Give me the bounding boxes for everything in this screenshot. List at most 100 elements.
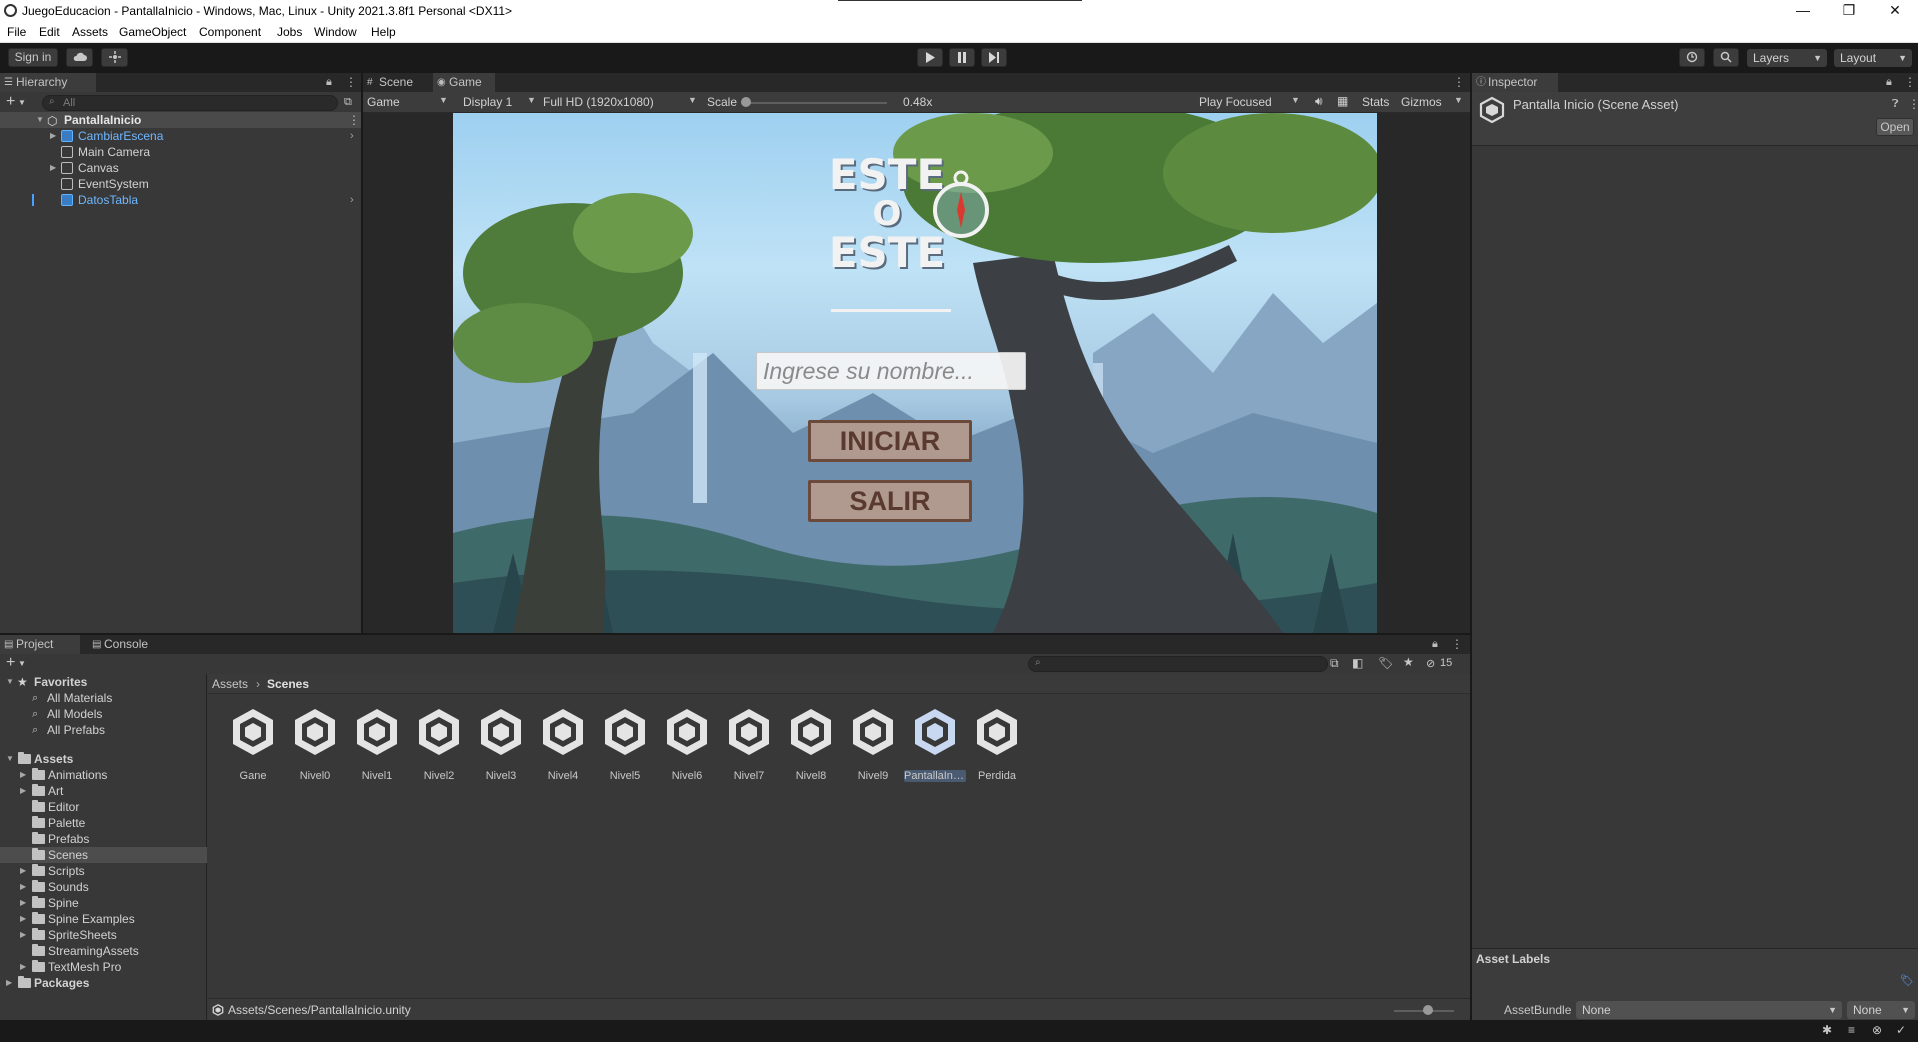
expand-arrow-icon[interactable]: ▶ bbox=[20, 783, 26, 799]
expand-arrow-icon[interactable]: ▶ bbox=[6, 975, 12, 991]
network-icon[interactable]: ⊗ bbox=[1872, 1023, 1882, 1037]
favorite-item[interactable]: ⌕ All Models bbox=[0, 706, 207, 722]
expand-arrow-icon[interactable]: ▶ bbox=[50, 160, 56, 176]
folder-item-animations[interactable]: ▶ Animations bbox=[0, 767, 207, 783]
lock-icon[interactable]: 🔒︎ bbox=[1886, 76, 1892, 89]
game-canvas[interactable]: ESTE O ESTE Ingrese su nombre... INICIAR… bbox=[453, 113, 1377, 633]
step-button[interactable] bbox=[981, 48, 1007, 67]
database-icon[interactable]: ≡ bbox=[1848, 1023, 1855, 1037]
tag-icon[interactable]: 🏷︎ bbox=[1900, 974, 1914, 987]
tab-project[interactable]: ▤ Project bbox=[0, 635, 80, 654]
layers-dropdown[interactable]: Layers ▼ bbox=[1747, 49, 1827, 67]
folder-item-textmesh-pro[interactable]: ▶ TextMesh Pro bbox=[0, 959, 207, 975]
expand-arrow-icon[interactable]: ▼ bbox=[36, 112, 44, 128]
scene-asset[interactable]: Nivel6 bbox=[656, 706, 718, 782]
layout-dropdown[interactable]: Layout ▼ bbox=[1834, 49, 1912, 67]
search-scope-icon[interactable]: ⧉ bbox=[1330, 656, 1339, 671]
scene-asset[interactable]: Nivel5 bbox=[594, 706, 656, 782]
expand-arrow-icon[interactable]: ▶ bbox=[20, 879, 26, 895]
hierarchy-item-canvas[interactable]: ▶ Canvas bbox=[0, 160, 360, 176]
hierarchy-item-datostabla[interactable]: DatosTabla › bbox=[0, 192, 360, 208]
folder-item-sounds[interactable]: ▶ Sounds bbox=[0, 879, 207, 895]
scene-asset[interactable]: Nivel1 bbox=[346, 706, 408, 782]
menu-file[interactable]: File bbox=[7, 25, 26, 39]
help-icon[interactable]: ❓︎ bbox=[1892, 98, 1899, 111]
kebab-menu-icon[interactable]: ⋮ bbox=[348, 112, 360, 128]
scene-asset[interactable]: Nivel9 bbox=[842, 706, 904, 782]
icon-size-slider-thumb[interactable] bbox=[1423, 1005, 1433, 1015]
salir-button[interactable]: SALIR bbox=[808, 480, 972, 522]
hierarchy-search-input[interactable]: ⌕ All bbox=[42, 95, 338, 111]
label-filter-icon[interactable]: 🏷︎ bbox=[1378, 656, 1393, 670]
chevron-down-icon[interactable]: ▼ bbox=[688, 95, 697, 105]
scene-asset[interactable]: Nivel0 bbox=[284, 706, 346, 782]
folder-item-spine[interactable]: ▶ Spine bbox=[0, 895, 207, 911]
add-icon[interactable]: + bbox=[6, 654, 15, 672]
scene-asset[interactable]: Perdida bbox=[966, 706, 1028, 782]
expand-arrow-icon[interactable]: ▶ bbox=[20, 911, 26, 927]
stats-button[interactable]: Stats bbox=[1362, 95, 1389, 109]
filter-type-icon[interactable]: ◧ bbox=[1352, 656, 1363, 670]
expand-arrow-icon[interactable]: ▼ bbox=[6, 751, 14, 767]
minimize-button[interactable]: — bbox=[1780, 0, 1826, 22]
gizmos-button[interactable]: Gizmos bbox=[1401, 95, 1442, 109]
folder-item-spine-examples[interactable]: ▶ Spine Examples bbox=[0, 911, 207, 927]
packages-row[interactable]: ▶ Packages bbox=[0, 975, 207, 991]
kebab-menu-icon[interactable]: ⋮ bbox=[345, 75, 357, 89]
chevron-right-icon[interactable]: › bbox=[350, 128, 354, 144]
folder-item-editor[interactable]: Editor bbox=[0, 799, 207, 815]
collab-button[interactable] bbox=[101, 48, 128, 67]
cloud-button[interactable] bbox=[66, 48, 93, 67]
assetbundle-dropdown[interactable]: None ▼ bbox=[1576, 1001, 1842, 1019]
open-button[interactable]: Open bbox=[1876, 118, 1914, 136]
history-button[interactable] bbox=[1679, 48, 1705, 67]
scene-asset[interactable]: Nivel2 bbox=[408, 706, 470, 782]
play-mode-dropdown[interactable]: Play Focused bbox=[1199, 95, 1272, 109]
favorites-row[interactable]: ▼ ★ Favorites bbox=[0, 674, 207, 690]
hierarchy-scene-row[interactable]: ▼ ⬡ PantallaInicio ⋮ bbox=[0, 112, 361, 128]
hierarchy-item-eventsystem[interactable]: EventSystem bbox=[0, 176, 360, 192]
menu-gameobject[interactable]: GameObject bbox=[119, 25, 186, 39]
restore-button[interactable]: ❐ bbox=[1826, 0, 1872, 22]
tab-inspector[interactable]: ⓘ Inspector bbox=[1472, 73, 1558, 92]
check-icon[interactable]: ✓ bbox=[1896, 1023, 1906, 1037]
game-view-dropdown[interactable]: Game bbox=[367, 95, 400, 109]
favorite-item[interactable]: ⌕ All Prefabs bbox=[0, 722, 207, 738]
hierarchy-item-cambiarescena[interactable]: ▶ CambiarEscena › bbox=[0, 128, 360, 144]
assets-root-row[interactable]: ▼ Assets bbox=[0, 751, 207, 767]
scene-asset[interactable]: Nivel4 bbox=[532, 706, 594, 782]
menu-assets[interactable]: Assets bbox=[72, 25, 108, 39]
kebab-menu-icon[interactable]: ⋮ bbox=[1904, 75, 1916, 89]
scene-asset[interactable]: Nivel3 bbox=[470, 706, 532, 782]
kebab-menu-icon[interactable]: ⋮ bbox=[1453, 75, 1465, 89]
chevron-down-icon[interactable]: ▼ bbox=[527, 95, 536, 105]
expand-arrow-icon[interactable]: ▼ bbox=[6, 674, 14, 690]
grid-icon[interactable]: ▦ bbox=[1337, 94, 1348, 108]
expand-arrow-icon[interactable]: ▶ bbox=[20, 767, 26, 783]
lock-icon[interactable]: 🔒︎ bbox=[326, 76, 332, 89]
expand-arrow-icon[interactable]: ▶ bbox=[20, 895, 26, 911]
scene-asset[interactable]: Gane bbox=[222, 706, 284, 782]
menu-jobs[interactable]: Jobs bbox=[277, 25, 302, 39]
chevron-down-icon[interactable]: ▼ bbox=[439, 95, 448, 105]
tab-game[interactable]: ◉ Game bbox=[433, 73, 495, 92]
favorite-star-icon[interactable]: ★ bbox=[1403, 655, 1414, 669]
expand-arrow-icon[interactable]: ▶ bbox=[50, 128, 56, 144]
expand-arrow-icon[interactable]: ▶ bbox=[20, 863, 26, 879]
close-button[interactable]: ✕ bbox=[1872, 0, 1918, 22]
filter-icon[interactable]: ⧉ bbox=[344, 96, 352, 109]
menu-component[interactable]: Component bbox=[199, 25, 261, 39]
expand-arrow-icon[interactable]: ▶ bbox=[20, 927, 26, 943]
favorite-item[interactable]: ⌕ All Materials bbox=[0, 690, 207, 706]
chevron-down-icon[interactable]: ▼ bbox=[18, 98, 26, 107]
menu-window[interactable]: Window bbox=[314, 25, 357, 39]
scene-asset[interactable]: Nivel8 bbox=[780, 706, 842, 782]
resolution-dropdown[interactable]: Full HD (1920x1080) bbox=[543, 95, 654, 109]
menu-edit[interactable]: Edit bbox=[39, 25, 60, 39]
chevron-down-icon[interactable]: ▼ bbox=[1291, 95, 1300, 105]
expand-arrow-icon[interactable]: ▶ bbox=[20, 959, 26, 975]
menu-help[interactable]: Help bbox=[371, 25, 396, 39]
pause-button[interactable] bbox=[949, 48, 975, 67]
chevron-right-icon[interactable]: › bbox=[350, 192, 354, 208]
name-input[interactable]: Ingrese su nombre... bbox=[756, 352, 1026, 390]
